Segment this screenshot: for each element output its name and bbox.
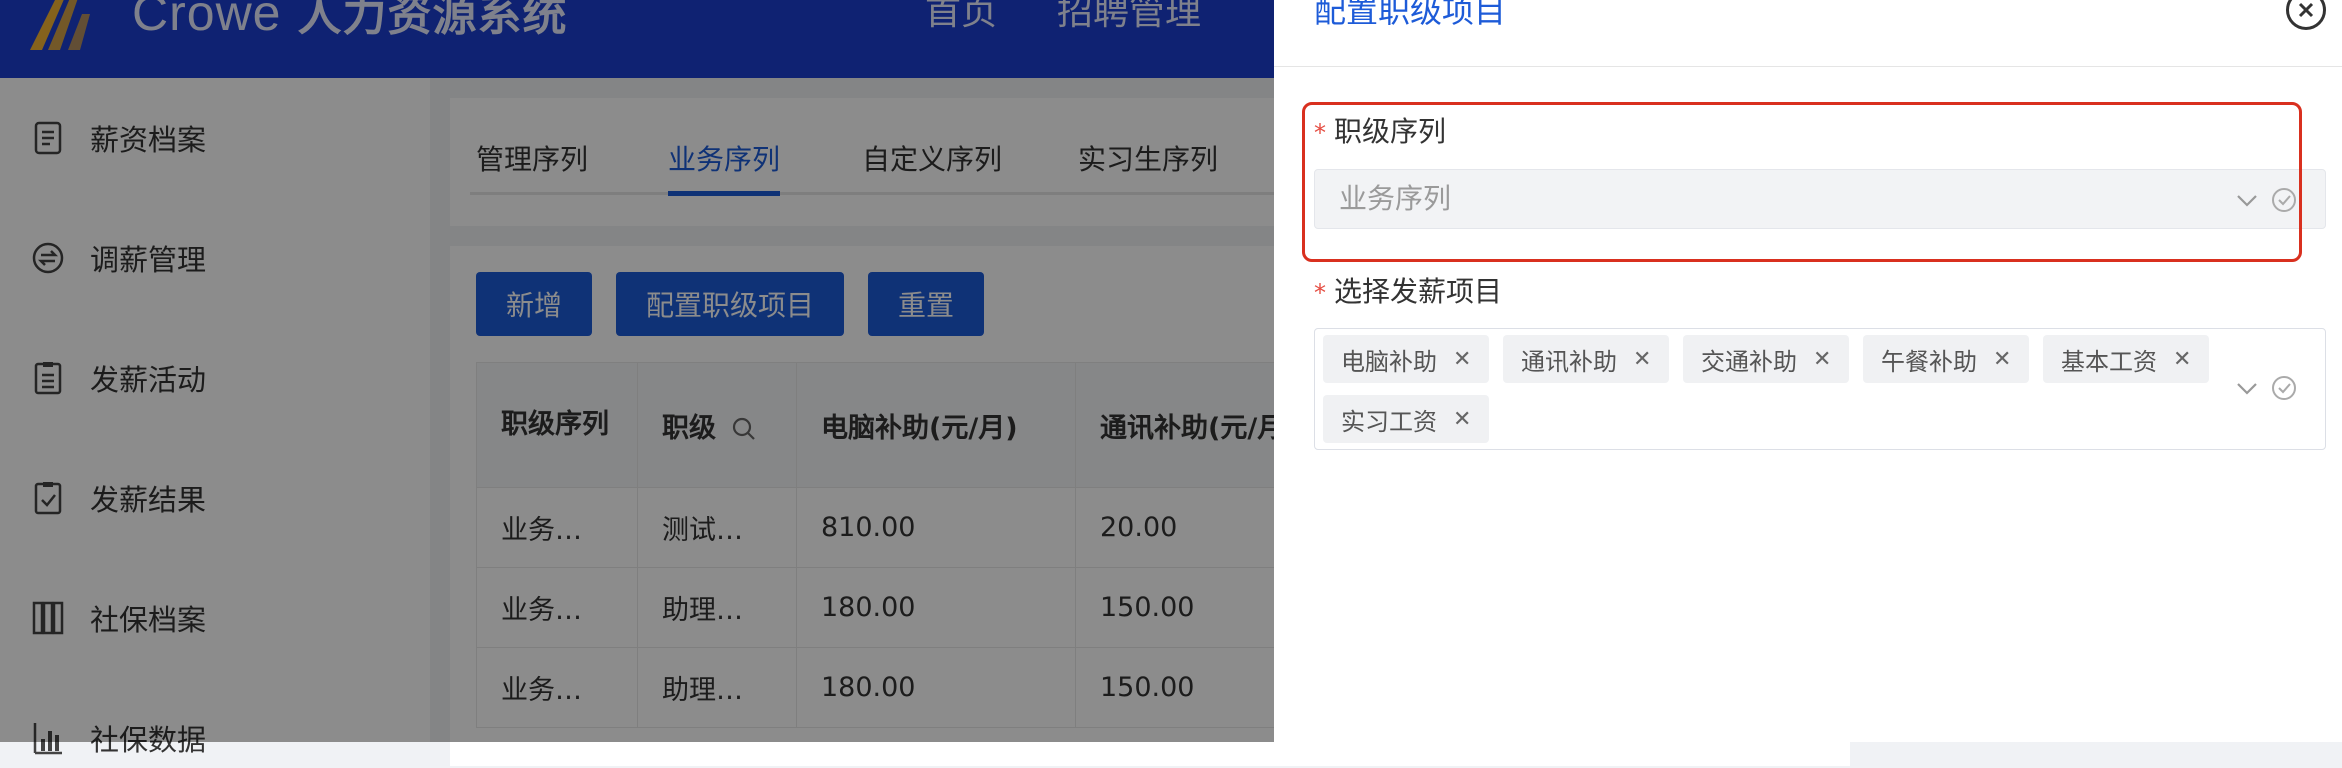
highlight-annotation	[1302, 102, 2302, 262]
tag-label: 基本工资	[2061, 347, 2157, 376]
tag-label: 电脑补助	[1341, 347, 1437, 376]
required-mark: *	[1314, 279, 1326, 307]
tag-remove-icon[interactable]: ✕	[1813, 347, 1831, 372]
chevron-down-icon	[2237, 383, 2257, 395]
close-button[interactable]	[2286, 0, 2326, 30]
close-icon	[2298, 2, 2314, 18]
payroll-items-label: * 选择发薪项目	[1314, 270, 1502, 310]
tag-label: 实习工资	[1341, 407, 1437, 436]
drawer-divider	[1274, 66, 2342, 67]
tag-remove-icon[interactable]: ✕	[1453, 407, 1471, 432]
check-circle-icon	[2272, 376, 2296, 400]
tag-remove-icon[interactable]: ✕	[2173, 347, 2191, 372]
tag-transport-allowance: 交通补助 ✕	[1683, 335, 1850, 383]
payroll-items-multiselect[interactable]: 电脑补助 ✕ 通讯补助 ✕ 交通补助 ✕ 午餐补助 ✕ 基本工资 ✕ 实习工资 ✕	[1314, 328, 2326, 450]
tag-computer-allowance: 电脑补助 ✕	[1323, 335, 1490, 383]
select-suffix	[2235, 375, 2297, 401]
tag-remove-icon[interactable]: ✕	[1993, 347, 2011, 372]
tag-label: 午餐补助	[1881, 347, 1977, 376]
config-grade-items-drawer: 配置职级项目 * 职级序列 业务序列 * 选择发薪项目 电脑补助 ✕ 通讯补助 ✕ 交通…	[1274, 0, 2342, 742]
tag-communication-allowance: 通讯补助 ✕	[1503, 335, 1670, 383]
tag-base-salary: 基本工资 ✕	[2043, 335, 2210, 383]
tag-lunch-allowance: 午餐补助 ✕	[1863, 335, 2030, 383]
tag-label: 交通补助	[1701, 347, 1797, 376]
tag-remove-icon[interactable]: ✕	[1633, 347, 1651, 372]
tag-label: 通讯补助	[1521, 347, 1617, 376]
payroll-items-label-text: 选择发薪项目	[1334, 275, 1503, 308]
tag-remove-icon[interactable]: ✕	[1453, 347, 1471, 372]
tag-intern-salary: 实习工资 ✕	[1323, 395, 1490, 443]
drawer-title: 配置职级项目	[1314, 0, 1507, 30]
